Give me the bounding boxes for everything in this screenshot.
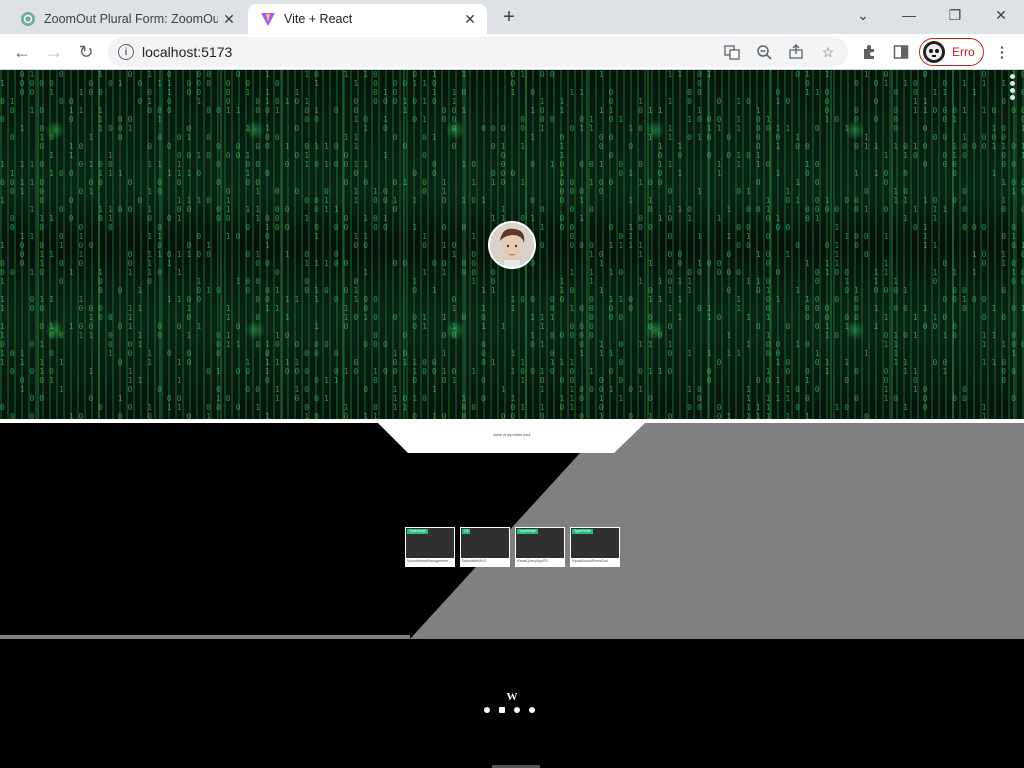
home-icon[interactable] [1009,74,1015,79]
share-icon[interactable] [786,42,806,62]
footer: W [0,641,1024,766]
language-badge: TypeScript [572,529,593,534]
project-name: ReactQueryAppPD [517,559,548,563]
project-thumbnail: C# [461,528,509,558]
kebab-menu-icon[interactable]: ⋮ [992,42,1012,62]
linkedin-icon[interactable] [499,707,505,713]
chatgpt-favicon-icon [20,11,36,27]
profile-button[interactable]: Erro [919,38,984,66]
instagram-icon[interactable] [484,707,490,713]
project-card[interactable]: TypeScript ReactBoundPomoEnd [570,527,620,567]
forward-arrow-icon[interactable]: → [41,39,67,65]
avatar[interactable] [488,221,536,269]
projects-section: some of my recent work TypeScript MyIndi… [0,423,1024,639]
back-arrow-icon[interactable]: ← [9,39,35,65]
profile-avatar [923,41,945,63]
tab-zoomout[interactable]: ZoomOut Plural Form: ZoomOuts ✕ [8,4,246,34]
folder-icon[interactable] [1009,88,1015,93]
side-nav-icons [1007,74,1017,100]
tab-vite-react[interactable]: Vite + React ✕ [248,4,487,34]
minimize-button[interactable]: — [886,0,932,30]
project-card[interactable]: TypeScript MyIndividualManagement [405,527,455,567]
tab-title: Vite + React [284,12,353,26]
project-cards: TypeScript MyIndividualManagement C# Sal… [405,527,620,567]
language-badge: C# [462,529,471,534]
language-badge: TypeScript [407,529,428,534]
project-thumbnail: TypeScript [516,528,564,558]
footer-logo: W [506,691,518,703]
close-window-button[interactable]: ✕ [978,0,1024,30]
project-thumbnail: TypeScript [571,528,619,558]
tab-search-icon[interactable]: ⌄ [840,0,886,30]
tab-title: ZoomOut Plural Form: ZoomOuts [44,12,218,26]
close-tab-icon[interactable]: ✕ [218,8,240,30]
extensions-puzzle-icon[interactable] [859,42,879,62]
language-badge: TypeScript [517,529,538,534]
new-tab-button[interactable]: + [498,6,520,28]
discord-icon[interactable] [529,707,535,713]
tab-strip: ZoomOut Plural Form: ZoomOuts ✕ Vite + R… [0,0,1024,34]
close-tab-icon[interactable]: ✕ [459,8,481,30]
user-icon[interactable] [1009,81,1015,86]
translate-icon[interactable] [722,42,742,62]
profile-label: Erro [952,45,975,59]
browser-toolbar: ← → ↻ i localhost:5173 ☆ Erro ⋮ [0,34,1024,70]
hero-banner: 01 0 1 0 1 0 00 0 1 10 1 10 0 1 1 01 00 … [0,70,1024,419]
section-heading: some of my recent work [493,433,531,437]
project-name: SalesWebMVC [462,559,487,563]
project-name: ReactBoundPomoEnd [572,559,608,563]
page-viewport: 01 0 1 0 1 0 00 0 1 10 1 10 0 1 1 01 00 … [0,70,1024,768]
social-links [484,707,535,713]
reload-icon[interactable]: ↻ [73,39,99,65]
github-icon[interactable] [514,707,520,713]
side-panel-icon[interactable] [891,42,911,62]
vite-favicon-icon [260,11,276,27]
project-card[interactable]: TypeScript ReactQueryAppPD [515,527,565,567]
settings-icon[interactable] [1009,95,1015,100]
project-thumbnail: TypeScript [406,528,454,558]
restore-button[interactable]: ❐ [932,0,978,30]
portrait-image [490,223,534,267]
project-name: MyIndividualManagement [407,559,448,563]
address-bar[interactable]: i localhost:5173 ☆ [108,37,848,67]
zoom-out-icon[interactable] [754,42,774,62]
url-text[interactable]: localhost:5173 [142,44,232,60]
bookmark-star-icon[interactable]: ☆ [818,42,838,62]
site-info-icon[interactable]: i [118,44,134,60]
project-card[interactable]: C# SalesWebMVC [460,527,510,567]
